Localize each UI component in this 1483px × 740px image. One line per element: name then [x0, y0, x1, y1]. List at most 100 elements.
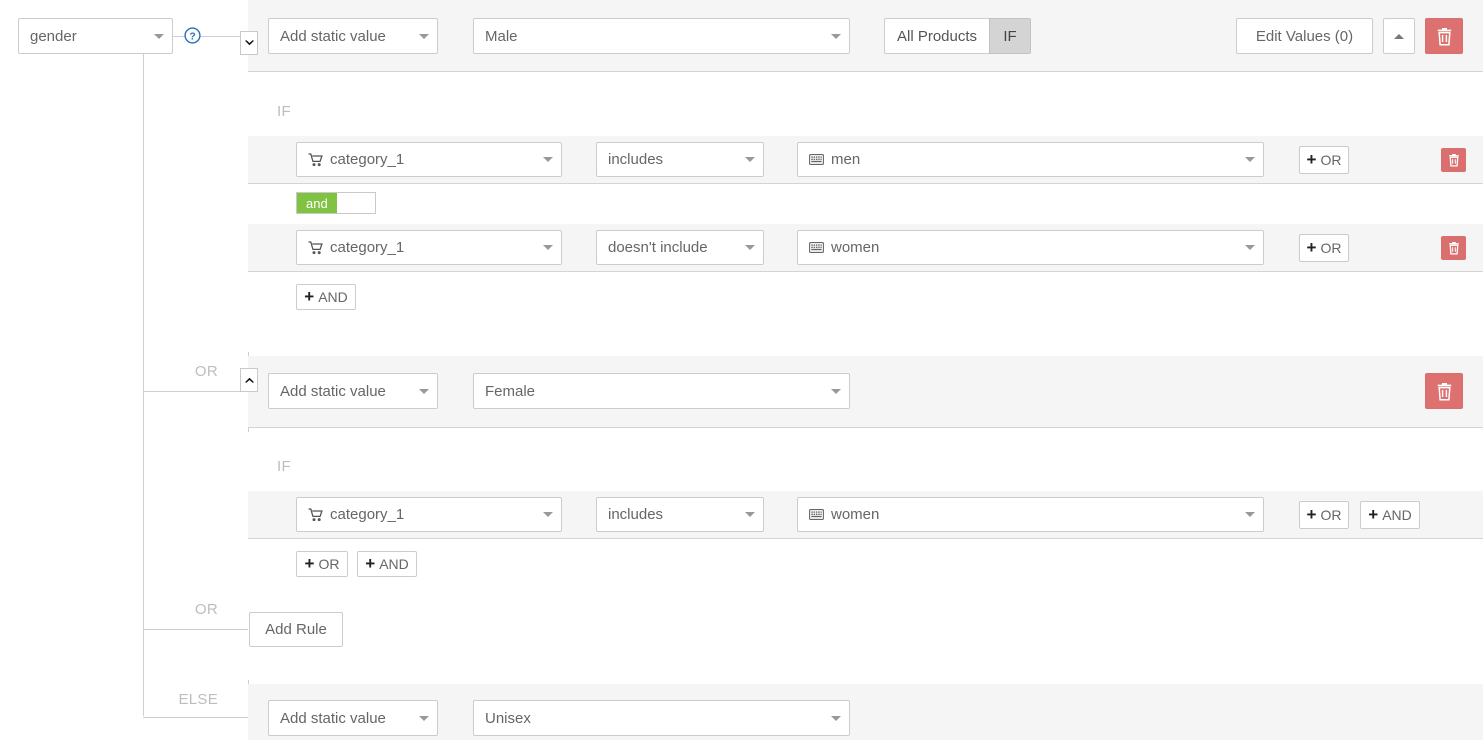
cart-icon: [308, 153, 323, 167]
condition-operator-selector-3[interactable]: includes: [596, 497, 764, 532]
chevron-down-icon: [745, 157, 755, 162]
condition-operator-label: includes: [608, 151, 663, 168]
condition-field-label: category_1: [330, 151, 404, 168]
edit-values-label: Edit Values (0): [1256, 28, 1353, 45]
add-rule-button[interactable]: Add Rule: [249, 612, 343, 647]
connector-label-or-1: OR: [150, 363, 218, 380]
condition-field-label: category_1: [330, 239, 404, 256]
mode-button-if[interactable]: IF: [989, 18, 1031, 54]
plus-icon: +: [1307, 506, 1317, 523]
chevron-down-icon: [831, 389, 841, 394]
condition-operator-label: includes: [608, 506, 663, 523]
chevron-down-icon: [745, 245, 755, 250]
if-label-branch-1: IF: [277, 103, 291, 120]
cart-icon: [308, 508, 323, 522]
plus-icon: +: [1307, 151, 1317, 168]
chevron-down-icon: [831, 716, 841, 721]
add-or-label: OR: [1320, 507, 1341, 523]
delete-branch-button-male[interactable]: [1425, 18, 1463, 54]
add-or-button-2[interactable]: + OR: [1299, 234, 1349, 262]
add-or-label: OR: [1320, 152, 1341, 168]
condition-field-selector-1[interactable]: category_1: [296, 142, 562, 177]
trash-icon: [1436, 27, 1453, 46]
tree-branch-female: [143, 391, 248, 392]
condition-field-label: category_1: [330, 506, 404, 523]
if-label-branch-2: IF: [277, 458, 291, 475]
delete-condition-button-2[interactable]: [1441, 236, 1466, 260]
delete-branch-button-female[interactable]: [1425, 373, 1463, 409]
add-and-label: AND: [1382, 507, 1412, 523]
connector-label-else: ELSE: [150, 691, 218, 708]
plus-icon: +: [365, 555, 375, 572]
condition-operator-selector-2[interactable]: doesn't include: [596, 230, 764, 265]
plus-icon: +: [1307, 239, 1317, 256]
static-value-selector-else[interactable]: Add static value: [268, 700, 438, 736]
field-selector-label: gender: [30, 28, 77, 45]
chevron-down-icon: [1245, 157, 1255, 162]
collapse-toggle-female[interactable]: [240, 368, 258, 392]
rule-builder-canvas: gender ? Add static value Male All Produ…: [0, 0, 1483, 740]
add-or-button-1[interactable]: + OR: [1299, 146, 1349, 174]
cart-icon: [308, 241, 323, 255]
svg-text:?: ?: [189, 31, 195, 42]
trash-icon: [1436, 382, 1453, 401]
trash-icon: [1448, 241, 1460, 255]
chevron-down-icon: [831, 34, 841, 39]
collapse-toggle-male[interactable]: [240, 31, 258, 55]
chevron-down-icon: [419, 34, 429, 39]
condition-field-selector-3[interactable]: category_1: [296, 497, 562, 532]
tree-trunk-line: [143, 52, 144, 716]
value-selector-female[interactable]: Female: [473, 373, 850, 409]
condition-value-label: women: [831, 506, 879, 523]
scope-button-all-products[interactable]: All Products: [884, 18, 989, 54]
add-and-label: AND: [318, 289, 348, 305]
chevron-down-icon: [543, 245, 553, 250]
add-rule-label: Add Rule: [265, 621, 327, 638]
plus-icon: +: [1368, 506, 1378, 523]
joiner-toggle-and[interactable]: and: [296, 192, 376, 214]
condition-value-selector-3[interactable]: women: [797, 497, 1264, 532]
add-and-button-3[interactable]: + AND: [1360, 501, 1420, 529]
joiner-inactive-slot[interactable]: [337, 193, 375, 213]
chevron-up-icon: [244, 376, 255, 384]
add-or-button-branch-2[interactable]: + OR: [296, 551, 348, 577]
condition-operator-selector-1[interactable]: includes: [596, 142, 764, 177]
condition-field-selector-2[interactable]: category_1: [296, 230, 562, 265]
chevron-down-icon: [1245, 512, 1255, 517]
value-label: Male: [485, 28, 518, 45]
chevron-down-icon: [543, 157, 553, 162]
collapse-branch-button-male[interactable]: [1383, 18, 1415, 54]
chevron-down-icon: [745, 512, 755, 517]
delete-condition-button-1[interactable]: [1441, 148, 1466, 172]
edit-values-button[interactable]: Edit Values (0): [1236, 18, 1373, 54]
band-separator: [248, 71, 1483, 72]
trash-icon: [1448, 153, 1460, 167]
scope-mode-segmented[interactable]: All Products IF: [884, 18, 1031, 54]
chevron-down-icon: [154, 34, 164, 39]
value-selector-else[interactable]: Unisex: [473, 700, 850, 736]
add-and-button-branch-2[interactable]: + AND: [357, 551, 417, 577]
static-value-label: Add static value: [280, 383, 386, 400]
add-and-label: AND: [379, 556, 409, 572]
condition-value-selector-2[interactable]: women: [797, 230, 1264, 265]
condition-value-selector-1[interactable]: men: [797, 142, 1264, 177]
band-separator: [248, 427, 1483, 428]
keyboard-icon: [809, 154, 824, 165]
tree-branch-else: [143, 717, 248, 718]
add-or-button-3[interactable]: + OR: [1299, 501, 1349, 529]
value-label: Female: [485, 383, 535, 400]
condition-operator-label: doesn't include: [608, 239, 708, 256]
band-separator: [248, 271, 1483, 272]
connector-label-or-2: OR: [150, 601, 218, 618]
keyboard-icon: [809, 509, 824, 520]
value-selector-male[interactable]: Male: [473, 18, 850, 54]
tree-branch-add-rule: [143, 629, 248, 630]
field-selector-gender[interactable]: gender: [18, 18, 173, 54]
static-value-selector-female[interactable]: Add static value: [268, 373, 438, 409]
static-value-selector-male[interactable]: Add static value: [268, 18, 438, 54]
add-and-button-branch-1[interactable]: + AND: [296, 284, 356, 310]
plus-icon: +: [304, 288, 314, 305]
static-value-label: Add static value: [280, 710, 386, 727]
value-label: Unisex: [485, 710, 531, 727]
help-circle-icon[interactable]: ?: [184, 27, 201, 44]
